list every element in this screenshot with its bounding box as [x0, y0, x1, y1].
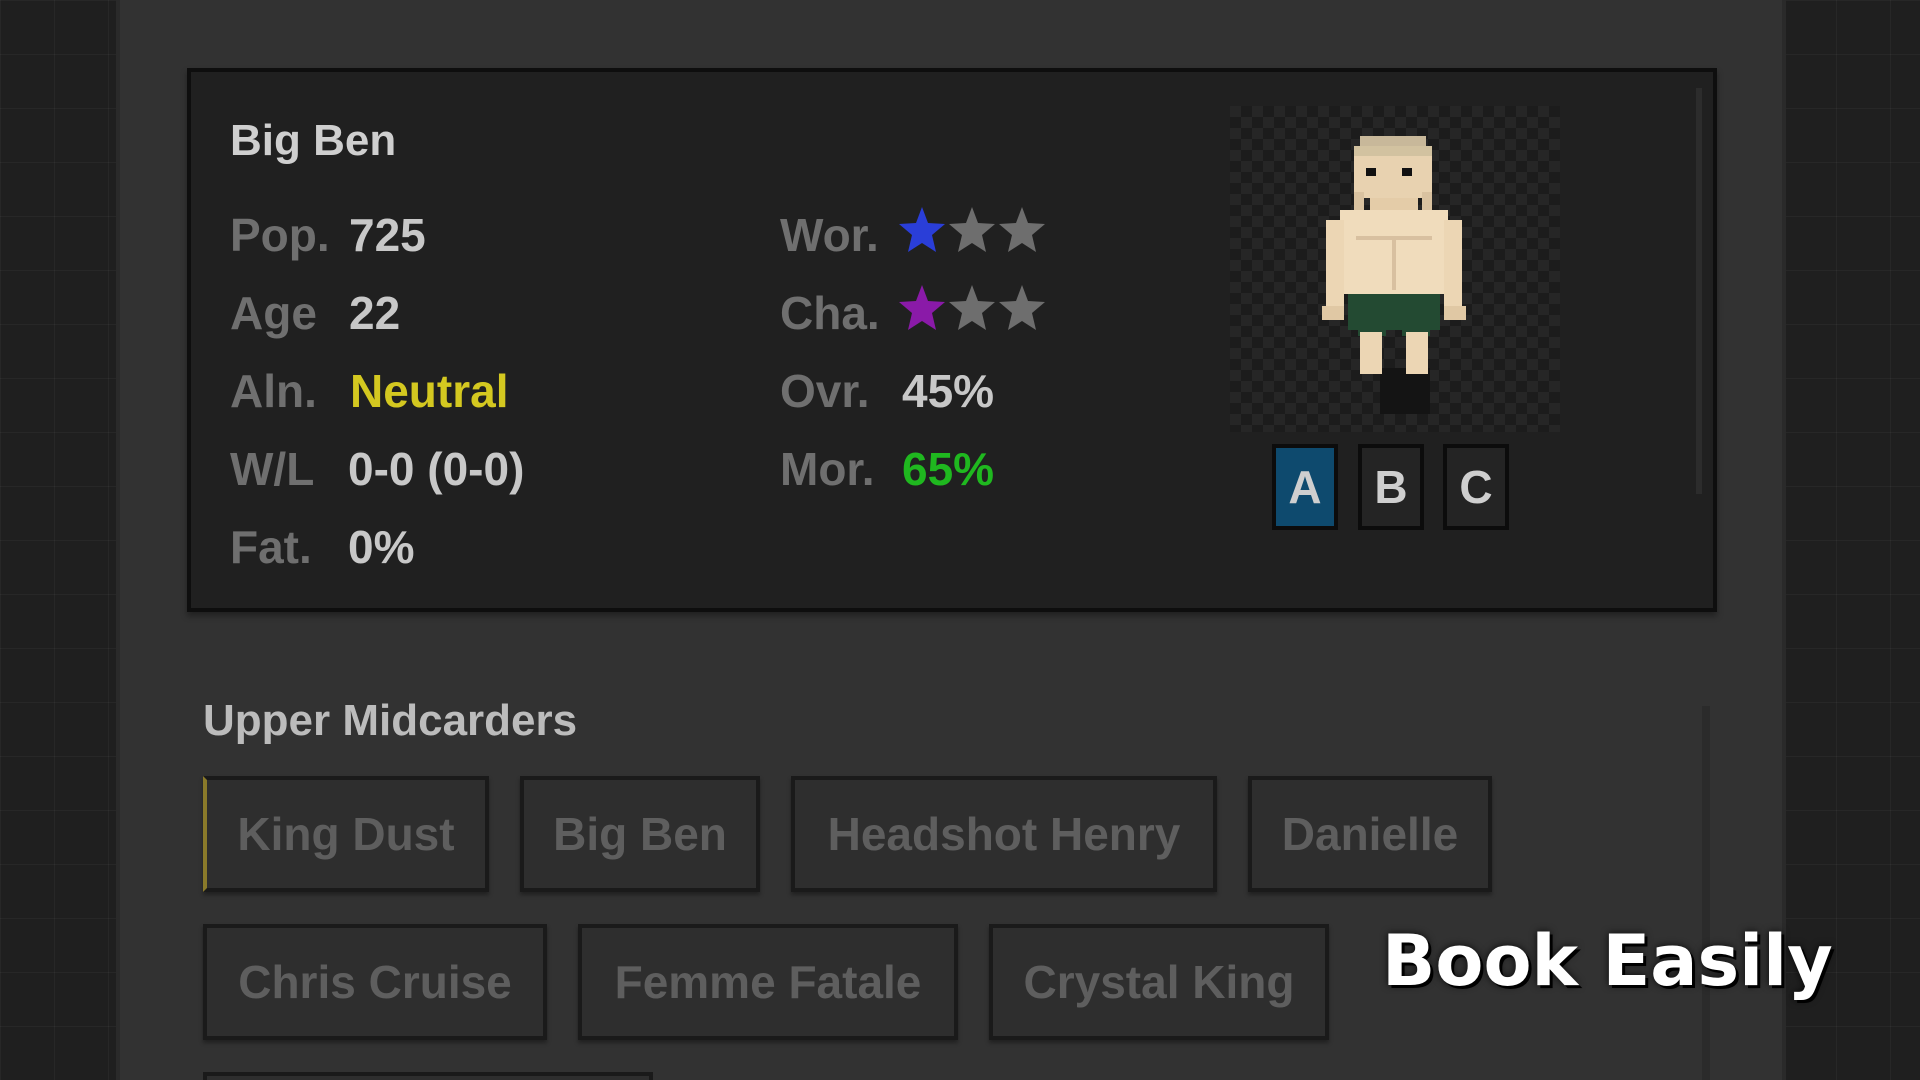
- card-scrollbar[interactable]: [1696, 88, 1702, 494]
- variant-button-b[interactable]: B: [1358, 444, 1424, 530]
- star-filled-icon: [899, 285, 945, 330]
- charisma-label: Cha.: [780, 287, 880, 339]
- age-value: 22: [349, 287, 401, 339]
- star-empty-icon: [949, 207, 995, 252]
- fatigue-label: Fat.: [230, 521, 312, 573]
- age-label: Age: [230, 287, 317, 339]
- wrestler-sprite-icon: [1322, 136, 1466, 414]
- alignment-value: Neutral: [350, 365, 509, 417]
- roster-item-king-dust[interactable]: King Dust: [203, 776, 489, 892]
- morale-value: 65%: [902, 443, 995, 495]
- variant-button-a[interactable]: A: [1272, 444, 1338, 530]
- star-empty-icon: [999, 285, 1045, 330]
- star-empty-icon: [949, 285, 995, 330]
- roster-scrollbar[interactable]: [1702, 706, 1710, 1080]
- roster-item-danielle[interactable]: Danielle: [1248, 776, 1492, 892]
- win-loss-value: 0-0 (0-0): [348, 443, 525, 495]
- pop-label: Pop.: [230, 209, 330, 261]
- pop-value: 725: [349, 209, 426, 261]
- workrate-stars: [897, 205, 1047, 261]
- morale-label: Mor.: [780, 443, 875, 495]
- variant-button-c[interactable]: C: [1443, 444, 1509, 530]
- roster-item-crystal-king[interactable]: Crystal King: [989, 924, 1329, 1040]
- wrestler-portrait: [1230, 106, 1560, 432]
- roster-item-femme-fatale[interactable]: Femme Fatale: [578, 924, 958, 1040]
- star-empty-icon: [999, 207, 1045, 252]
- overall-value: 45%: [902, 365, 995, 417]
- promo-caption: Book Easily: [1382, 920, 1833, 1002]
- roster-item-chris-cruise[interactable]: Chris Cruise: [203, 924, 547, 1040]
- roster-section-title: Upper Midcarders: [203, 696, 578, 745]
- roster-item-partial[interactable]: [203, 1072, 653, 1080]
- workrate-label: Wor.: [780, 209, 879, 261]
- roster-item-big-ben[interactable]: Big Ben: [520, 776, 760, 892]
- wrestler-name: Big Ben: [230, 116, 397, 165]
- alignment-label: Aln.: [230, 365, 317, 417]
- star-filled-icon: [899, 207, 945, 252]
- roster-item-headshot-henry[interactable]: Headshot Henry: [791, 776, 1217, 892]
- fatigue-value: 0%: [348, 521, 415, 573]
- charisma-stars: [897, 283, 1047, 339]
- overall-label: Ovr.: [780, 365, 870, 417]
- win-loss-label: W/L: [230, 443, 315, 495]
